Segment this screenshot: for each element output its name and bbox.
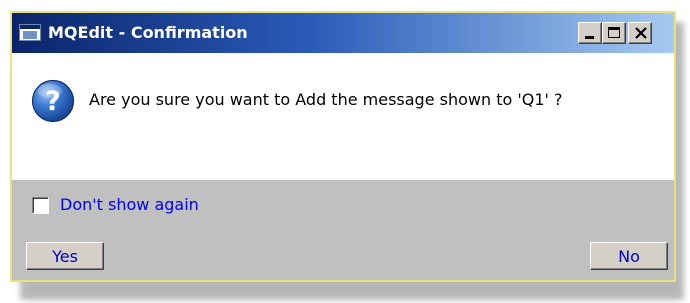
close-button[interactable] bbox=[628, 22, 652, 44]
title-bar[interactable]: MQEdit - Confirmation bbox=[12, 13, 674, 53]
svg-text:?: ? bbox=[45, 86, 61, 117]
maximize-button[interactable] bbox=[602, 22, 626, 44]
window-title: MQEdit - Confirmation bbox=[48, 23, 248, 42]
dont-show-again-checkbox[interactable] bbox=[32, 196, 49, 214]
no-button[interactable]: No bbox=[590, 242, 668, 270]
maximize-icon bbox=[608, 27, 620, 38]
minimize-button[interactable] bbox=[578, 22, 602, 44]
question-icon: ? bbox=[31, 79, 75, 123]
message-area: ? Are you sure you want to Add the messa… bbox=[12, 53, 674, 180]
confirmation-dialog: MQEdit - Confirmation ? Are you sure you… bbox=[10, 11, 676, 282]
app-icon bbox=[19, 24, 41, 41]
yes-button[interactable]: Yes bbox=[26, 242, 104, 270]
dialog-footer: Don't show again Yes No bbox=[12, 180, 674, 280]
close-icon bbox=[635, 27, 647, 39]
confirmation-message: Are you sure you want to Add the message… bbox=[89, 90, 563, 109]
dont-show-again-option[interactable]: Don't show again bbox=[32, 195, 199, 215]
dont-show-again-label[interactable]: Don't show again bbox=[60, 195, 199, 215]
minimize-icon bbox=[585, 36, 594, 39]
